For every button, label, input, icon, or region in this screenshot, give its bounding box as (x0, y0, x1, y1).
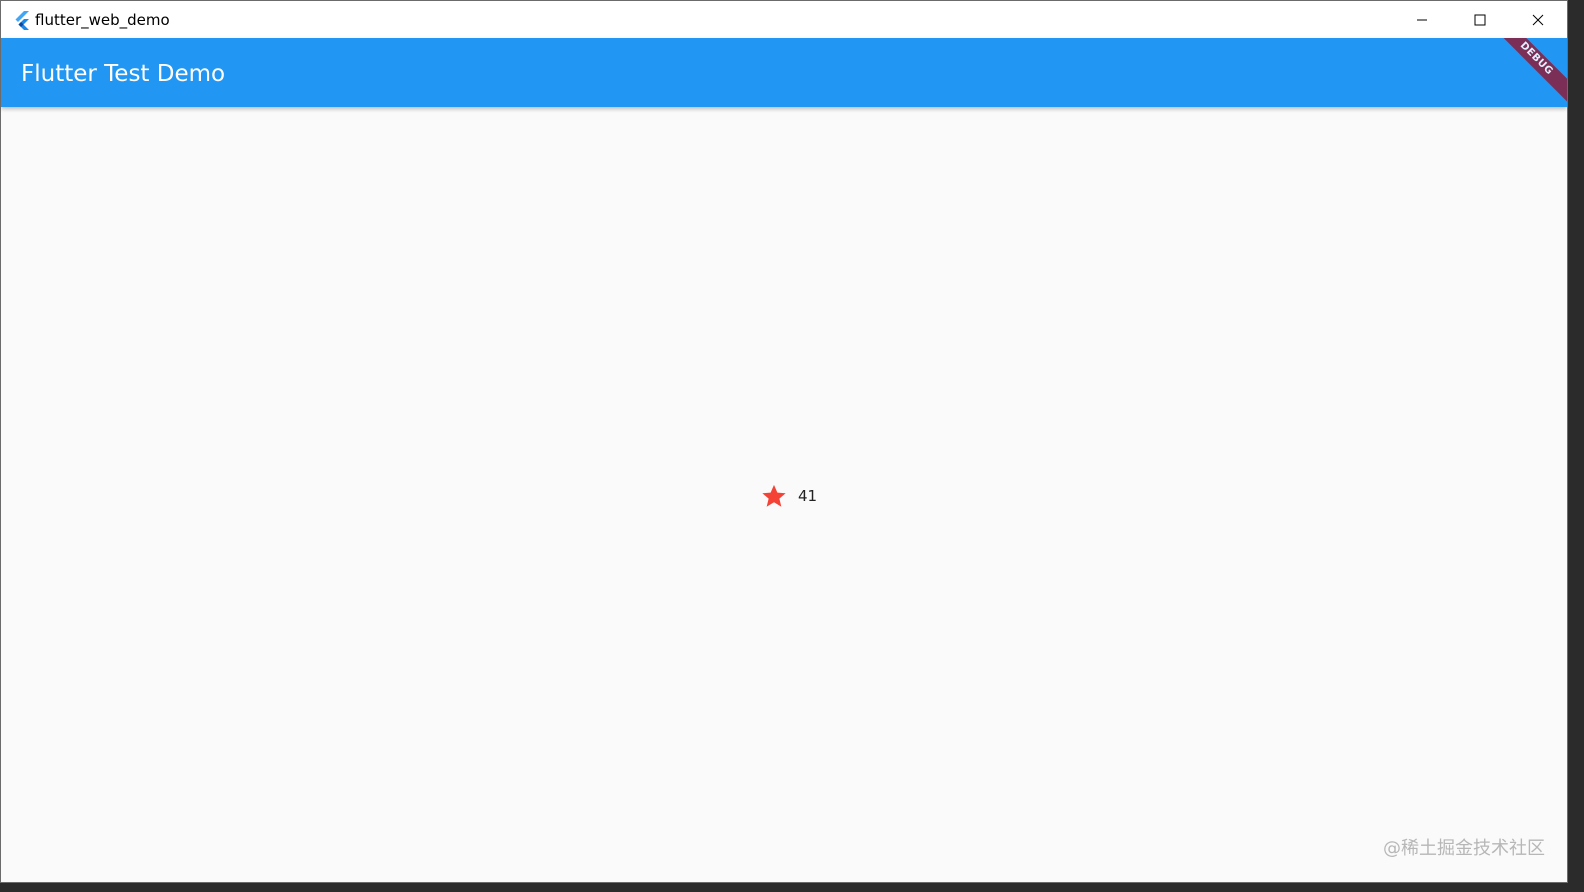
minimize-icon (1417, 19, 1427, 20)
app-bar: Flutter Test Demo DEBUG (1, 38, 1567, 107)
window-titlebar[interactable]: flutter_web_demo (1, 1, 1567, 38)
maximize-icon (1474, 14, 1486, 25)
app-window: flutter_web_demo Flutter Test Demo DEBUG… (0, 0, 1568, 883)
minimize-button[interactable] (1393, 1, 1451, 38)
debug-banner: DEBUG (1484, 38, 1567, 107)
close-button[interactable] (1509, 1, 1567, 38)
window-title: flutter_web_demo (35, 10, 170, 29)
flutter-logo-icon (15, 10, 29, 30)
close-icon (1532, 14, 1544, 25)
window-controls (1393, 1, 1567, 38)
star-icon[interactable] (760, 482, 788, 510)
watermark: @稀土掘金技术社区 (1383, 838, 1545, 859)
app-bar-title: Flutter Test Demo (21, 61, 226, 87)
star-counter[interactable]: 41 (760, 482, 817, 510)
maximize-button[interactable] (1451, 1, 1509, 38)
star-count: 41 (798, 487, 818, 505)
page-body: 41 (1, 107, 1567, 882)
